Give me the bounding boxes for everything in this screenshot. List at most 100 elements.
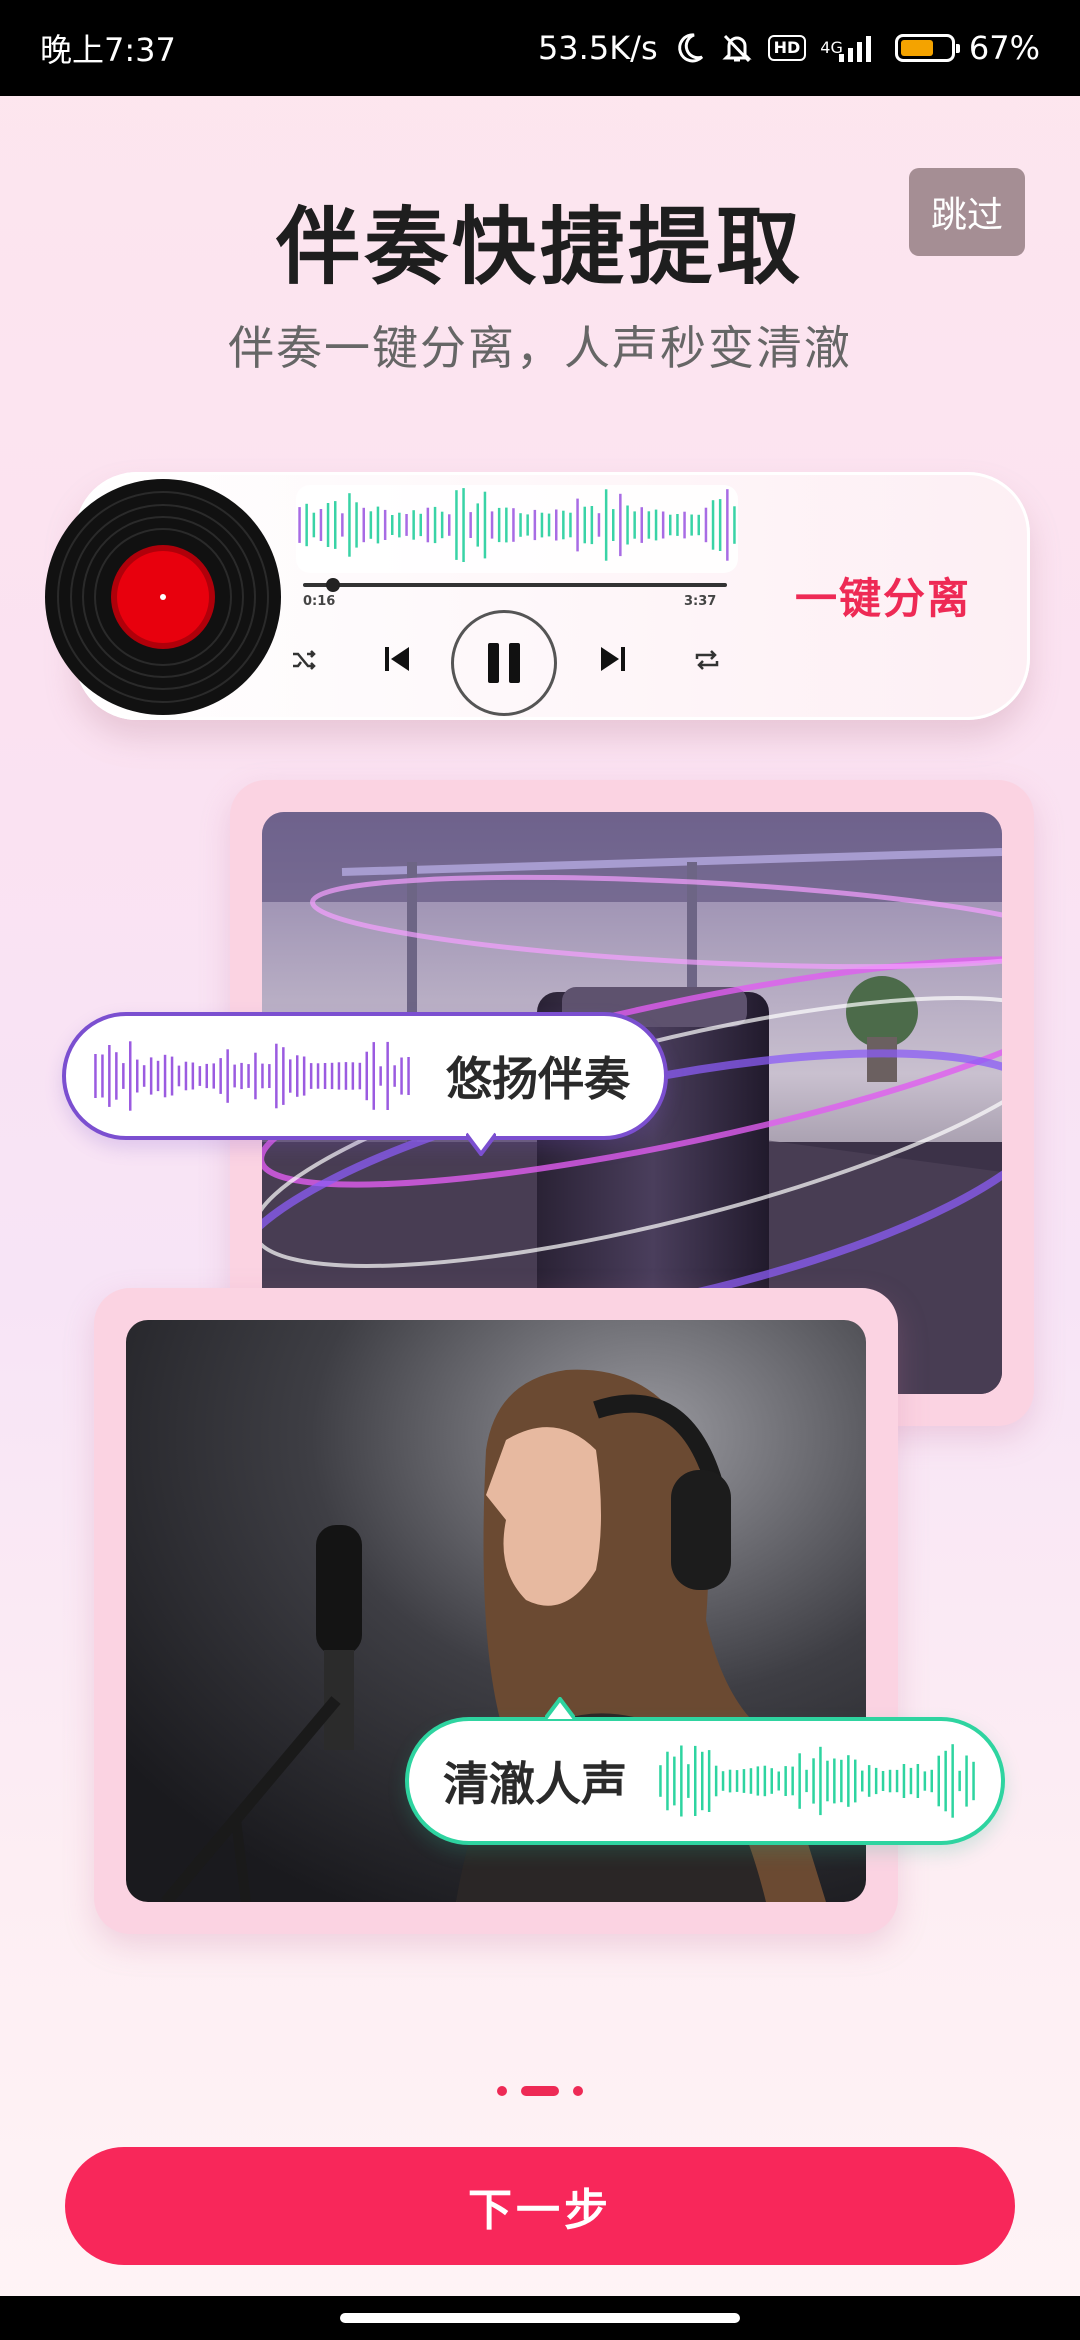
waveform-bar bbox=[569, 512, 572, 538]
waveform-bar bbox=[156, 1060, 160, 1092]
one-click-separate-button[interactable]: 一键分离 bbox=[795, 565, 971, 626]
waveform-bar bbox=[426, 507, 430, 543]
waveform-bar bbox=[965, 1755, 968, 1807]
mute-bell-icon bbox=[720, 31, 754, 65]
battery-level bbox=[900, 40, 934, 56]
waveform-bar bbox=[854, 1759, 857, 1803]
waveform-bar bbox=[108, 1045, 111, 1107]
repeat-icon[interactable] bbox=[690, 644, 724, 676]
page-subtitle: 伴奏一键分离，人声秒变清澈 bbox=[228, 321, 852, 375]
waveform-bar bbox=[407, 1057, 410, 1095]
waveform-bar bbox=[728, 1769, 732, 1793]
waveform-bar bbox=[101, 1054, 104, 1098]
waveform-bar bbox=[547, 513, 551, 537]
waveform-bar bbox=[412, 510, 415, 540]
waveform-bar bbox=[735, 1770, 739, 1792]
waveform-bar bbox=[316, 1063, 320, 1089]
waveform-bar bbox=[369, 511, 373, 539]
waveform-bar bbox=[690, 514, 693, 536]
progress-track[interactable] bbox=[303, 583, 727, 587]
waveform-bar bbox=[784, 1766, 787, 1796]
waveform-bar bbox=[455, 490, 458, 560]
waveform-bar bbox=[497, 507, 501, 543]
waveform-bar bbox=[326, 503, 330, 547]
waveform-bar bbox=[707, 1750, 711, 1812]
waveform-bar bbox=[476, 503, 479, 547]
next-step-button[interactable]: 下一步 bbox=[65, 2147, 1015, 2265]
waveform-bar bbox=[777, 1771, 780, 1791]
waveform-bar bbox=[282, 1047, 285, 1105]
waveform-bar bbox=[379, 1066, 382, 1086]
waveform-bar bbox=[94, 1054, 97, 1098]
waveform-bar bbox=[191, 1062, 195, 1090]
waveform-bar bbox=[212, 1063, 215, 1089]
battery-icon bbox=[894, 34, 960, 62]
battery-percent: 67% bbox=[968, 29, 1040, 67]
waveform-bar bbox=[840, 1759, 843, 1803]
waveform-bar bbox=[261, 1063, 264, 1089]
pause-icon bbox=[488, 643, 520, 683]
waveform-bar bbox=[694, 1745, 697, 1816]
time-total: 3:37 bbox=[684, 594, 717, 609]
previous-icon[interactable] bbox=[378, 640, 416, 678]
waveform-bar bbox=[847, 1755, 850, 1807]
waveform-bar bbox=[233, 1064, 236, 1088]
waveform-bar bbox=[448, 514, 451, 536]
waveform-bar bbox=[483, 491, 487, 559]
status-time: 晚上7:37 bbox=[40, 31, 176, 69]
pause-button[interactable] bbox=[451, 610, 557, 716]
accompaniment-waveform bbox=[94, 1041, 410, 1111]
waveform-bar bbox=[937, 1755, 940, 1807]
waveform-bar bbox=[819, 1746, 822, 1816]
status-bar: 晚上7:37 53.5K/s HD 4G 67% bbox=[0, 0, 1080, 96]
waveform-bar bbox=[770, 1768, 773, 1794]
waveform-bar bbox=[376, 506, 380, 544]
page-indicator bbox=[0, 2086, 1080, 2096]
waveform-bar bbox=[337, 1062, 341, 1090]
waveform-bar bbox=[122, 1063, 125, 1089]
waveform-bar bbox=[142, 1065, 146, 1087]
waveform-bar bbox=[661, 511, 665, 539]
waveform-bar bbox=[205, 1063, 208, 1089]
status-icons: 53.5K/s HD 4G 67% bbox=[538, 29, 1040, 67]
net-speed: 53.5K/s bbox=[537, 29, 658, 67]
vocal-bubble: 清澈人声 bbox=[405, 1717, 1005, 1845]
waveform-bar bbox=[433, 506, 437, 544]
shuffle-icon[interactable] bbox=[288, 644, 320, 676]
waveform-bar bbox=[721, 1771, 725, 1791]
waveform-bar bbox=[334, 501, 337, 549]
waveform-bar bbox=[312, 512, 316, 538]
next-icon[interactable] bbox=[594, 640, 632, 678]
waveform-bar bbox=[881, 1771, 885, 1791]
progress-knob[interactable] bbox=[325, 578, 340, 592]
waveform-bar bbox=[633, 511, 636, 539]
waveform-bar bbox=[298, 507, 301, 543]
waveform-bar bbox=[319, 509, 323, 541]
waveform-bar bbox=[861, 1770, 864, 1792]
waveform-bar bbox=[330, 1062, 334, 1090]
waveform-bar bbox=[393, 1065, 396, 1087]
waveform-bar bbox=[923, 1771, 927, 1791]
waveform-bar bbox=[268, 1064, 271, 1088]
waveform-bar bbox=[733, 506, 736, 544]
waveform-bar bbox=[129, 1041, 132, 1111]
waveform-bar bbox=[490, 511, 494, 539]
waveform-bar bbox=[718, 499, 722, 551]
home-indicator[interactable] bbox=[340, 2313, 740, 2323]
waveform-bar bbox=[440, 511, 444, 539]
waveform-bar bbox=[909, 1767, 913, 1795]
waveform-bar bbox=[791, 1766, 794, 1796]
waveform-bar bbox=[344, 1062, 348, 1090]
waveform-bar bbox=[576, 498, 579, 552]
waveform-bar bbox=[351, 1062, 355, 1090]
waveform-bar bbox=[597, 513, 601, 537]
hd-icon: HD bbox=[767, 35, 807, 61]
page-dot bbox=[573, 2086, 583, 2096]
skip-button[interactable]: 跳过 bbox=[909, 168, 1025, 256]
waveform-bar bbox=[930, 1769, 933, 1793]
waveform-bar bbox=[562, 510, 565, 540]
waveform-bar bbox=[714, 1765, 718, 1797]
waveform-bar bbox=[626, 505, 629, 545]
waveform-bar bbox=[305, 503, 308, 547]
waveform-bar bbox=[697, 514, 700, 536]
